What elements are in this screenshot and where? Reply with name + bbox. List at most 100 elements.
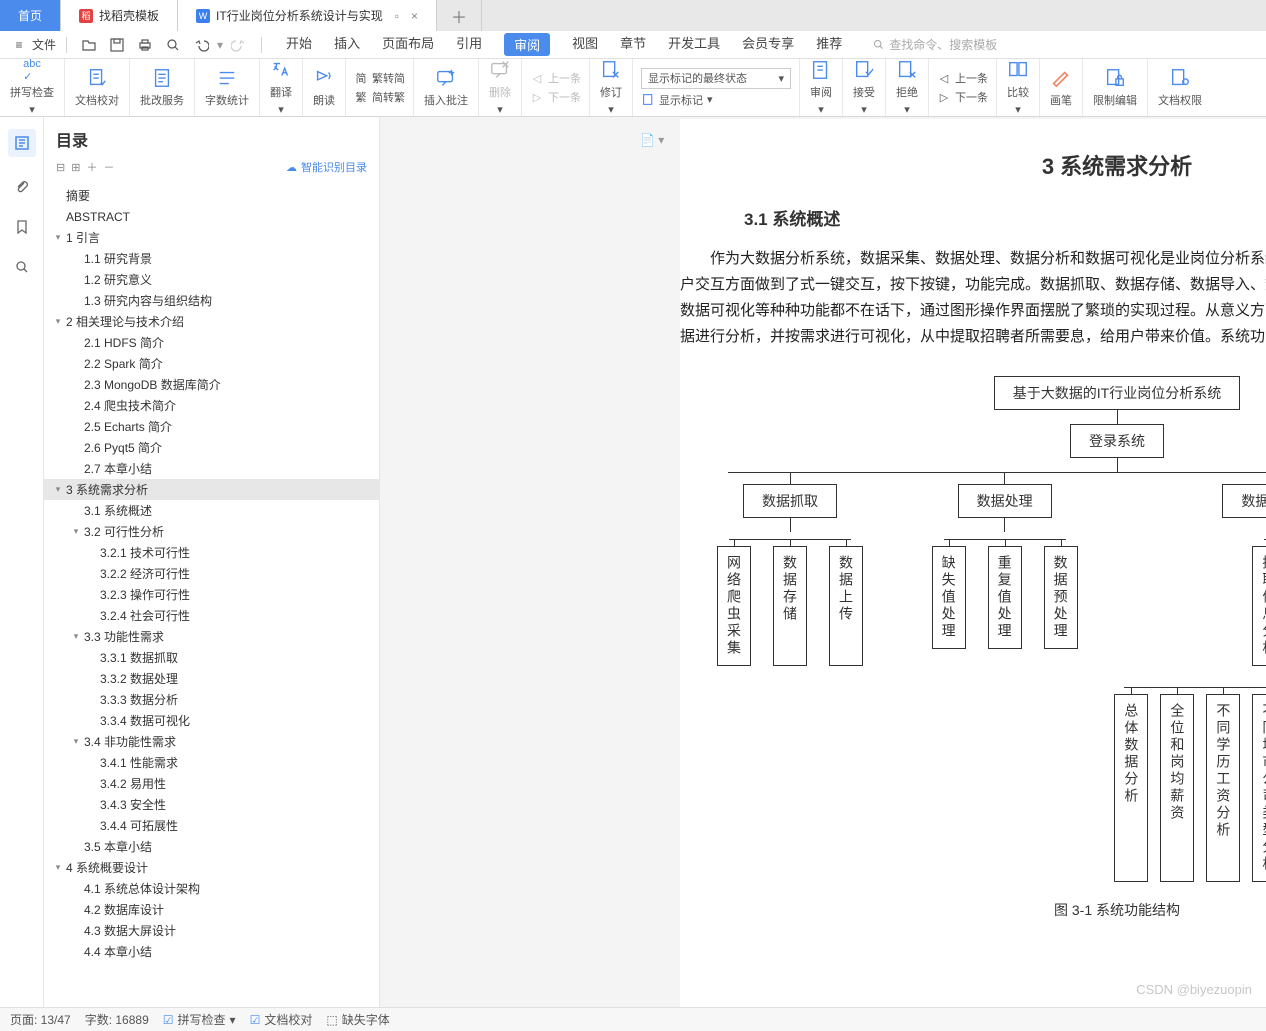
outline-tree[interactable]: 摘要ABSTRACT▾1 引言1.1 研究背景1.2 研究意义1.3 研究内容与… [44,183,379,1007]
rb-prev-comment[interactable]: ◁上一条 [530,70,581,86]
smart-detect[interactable]: ☁智能识别目录 [286,159,367,175]
outline-item[interactable]: 2.5 Echarts 简介 [44,416,379,437]
rb-delete-comment[interactable]: 删除 ▾ [479,59,522,116]
outline-item[interactable]: ▾3.3 功能性需求 [44,626,379,647]
outline-item[interactable]: 3.1 系统概述 [44,500,379,521]
save-icon[interactable] [105,35,129,55]
outline-item[interactable]: 3.2.1 技术可行性 [44,542,379,563]
rb-next2[interactable]: ▷下一条 [937,89,988,105]
track-combo[interactable]: 显示标记的最终状态▾ [641,68,791,89]
outline-item[interactable]: 3.2.3 操作可行性 [44,584,379,605]
caret-icon[interactable]: ▾ [70,736,82,747]
outline-item[interactable]: 4.1 系统总体设计架构 [44,878,379,899]
tab-document[interactable]: WIT行业岗位分析系统设计与实现▫× [178,0,437,31]
outline-item[interactable]: 1.2 研究意义 [44,269,379,290]
tab-close-icon[interactable]: × [411,9,418,23]
outline-item[interactable]: 3.4.4 可拓展性 [44,815,379,836]
rb-prev2[interactable]: ◁上一条 [937,70,988,86]
outline-item[interactable]: ▾4 系统概要设计 [44,857,379,878]
outline-icon[interactable] [8,129,36,157]
outline-item[interactable]: 3.5 本章小结 [44,836,379,857]
rb-brush[interactable]: 画笔 [1040,59,1083,116]
outline-item[interactable]: 1.3 研究内容与组织结构 [44,290,379,311]
redo-icon[interactable] [227,35,251,55]
menu-dev[interactable]: 开发工具 [668,33,720,56]
rb-proof[interactable]: 文档校对 [65,59,130,116]
outline-item[interactable]: 2.2 Spark 简介 [44,353,379,374]
collapse-all-icon[interactable]: ⊟ [56,161,65,174]
outline-item[interactable]: 2.6 Pyqt5 简介 [44,437,379,458]
outline-item[interactable]: 3.4.2 易用性 [44,773,379,794]
outline-item[interactable]: 3.2.4 社会可行性 [44,605,379,626]
clip-icon[interactable] [12,177,32,197]
status-spell[interactable]: ☑拼写检查 ▾ [163,1011,236,1028]
outline-item[interactable]: 3.2.2 经济可行性 [44,563,379,584]
rb-revise[interactable]: 修订 ▾ [590,59,633,116]
outline-item[interactable]: 3.4.1 性能需求 [44,752,379,773]
rb-wordcount[interactable]: 字数统计 [195,59,260,116]
outline-item[interactable]: 3.3.4 数据可视化 [44,710,379,731]
bookmark-icon[interactable] [12,217,32,237]
caret-icon[interactable]: ▾ [52,484,64,495]
menu-vip[interactable]: 会员专享 [742,33,794,56]
page-mini-toolbar[interactable]: 📄 ▾ [640,133,664,147]
outline-item[interactable]: 3.3.1 数据抓取 [44,647,379,668]
outline-item[interactable]: 摘要 [44,185,379,206]
outline-item[interactable]: ▾1 引言 [44,227,379,248]
tab-home[interactable]: 首页 [0,0,61,31]
undo-icon[interactable] [189,35,213,55]
outline-item[interactable]: 4.4 本章小结 [44,941,379,962]
status-proof[interactable]: ☑文档校对 [250,1011,313,1028]
menu-layout[interactable]: 页面布局 [382,33,434,56]
outline-item[interactable]: 4.3 数据大屏设计 [44,920,379,941]
rb-next-comment[interactable]: ▷下一条 [530,89,581,105]
rb-compare[interactable]: 比较 ▾ [997,59,1040,116]
tab-new[interactable]: ＋ [437,0,482,31]
outline-item[interactable]: 2.7 本章小结 [44,458,379,479]
outline-item[interactable]: 2.4 爬虫技术简介 [44,395,379,416]
preview-icon[interactable] [161,35,185,55]
search-icon[interactable] [12,257,32,277]
file-menu[interactable]: 文件 [32,36,56,53]
outline-item[interactable]: 1.1 研究背景 [44,248,379,269]
tab-restore-icon[interactable]: ▫ [395,9,399,23]
outline-item[interactable]: ABSTRACT [44,206,379,227]
rb-translate[interactable]: 翻译 ▾ [260,59,303,116]
outline-item[interactable]: 4.2 数据库设计 [44,899,379,920]
rb-review[interactable]: 审阅 ▾ [800,59,843,116]
expand-all-icon[interactable]: ⊞ [71,161,80,174]
tab-templates[interactable]: 稻找稻壳模板 [61,0,178,31]
caret-icon[interactable]: ▾ [52,862,64,873]
rb-sc2[interactable]: 繁简转繁 [354,89,405,105]
outline-item[interactable]: 3.3.3 数据分析 [44,689,379,710]
status-missing-font[interactable]: ⬚ 缺失字体 [326,1011,389,1028]
caret-icon[interactable]: ▾ [52,232,64,243]
caret-icon[interactable]: ▾ [70,631,82,642]
rb-reject[interactable]: 拒绝 ▾ [886,59,929,116]
status-page[interactable]: 页面: 13/47 [10,1011,71,1028]
rb-accept[interactable]: 接受 ▾ [843,59,886,116]
outline-item[interactable]: 2.3 MongoDB 数据库简介 [44,374,379,395]
expand-icon[interactable]: ＋ [86,159,97,175]
rb-approve[interactable]: 批改服务 [130,59,195,116]
menu-start[interactable]: 开始 [286,33,312,56]
rb-spellcheck[interactable]: abc✓拼写检查 ▾ [0,59,65,116]
open-icon[interactable] [77,35,101,55]
rb-restrict[interactable]: 限制编辑 [1083,59,1148,116]
outline-item[interactable]: 3.3.2 数据处理 [44,668,379,689]
menu-ref[interactable]: 引用 [456,33,482,56]
outline-item[interactable]: 3.4.3 安全性 [44,794,379,815]
menu-review[interactable]: 审阅 [504,33,550,56]
rb-sc1[interactable]: 简繁转简 [354,70,405,86]
menu-rec[interactable]: 推荐 [816,33,842,56]
status-words[interactable]: 字数: 16889 [85,1011,149,1028]
menu-view[interactable]: 视图 [572,33,598,56]
document-area[interactable]: 📄 ▾ 3 系统需求分析 3.1 系统概述 作为大数据分析系统，数据采集、数据处… [380,117,1266,1007]
outline-item[interactable]: ▾3.4 非功能性需求 [44,731,379,752]
print-icon[interactable] [133,35,157,55]
hamburger-icon[interactable]: ≡ [10,38,28,52]
rb-read[interactable]: 朗读 [303,59,346,116]
outline-item[interactable]: ▾2 相关理论与技术介绍 [44,311,379,332]
command-search[interactable]: 查找命令、搜索模板 [872,36,997,53]
menu-chapter[interactable]: 章节 [620,33,646,56]
